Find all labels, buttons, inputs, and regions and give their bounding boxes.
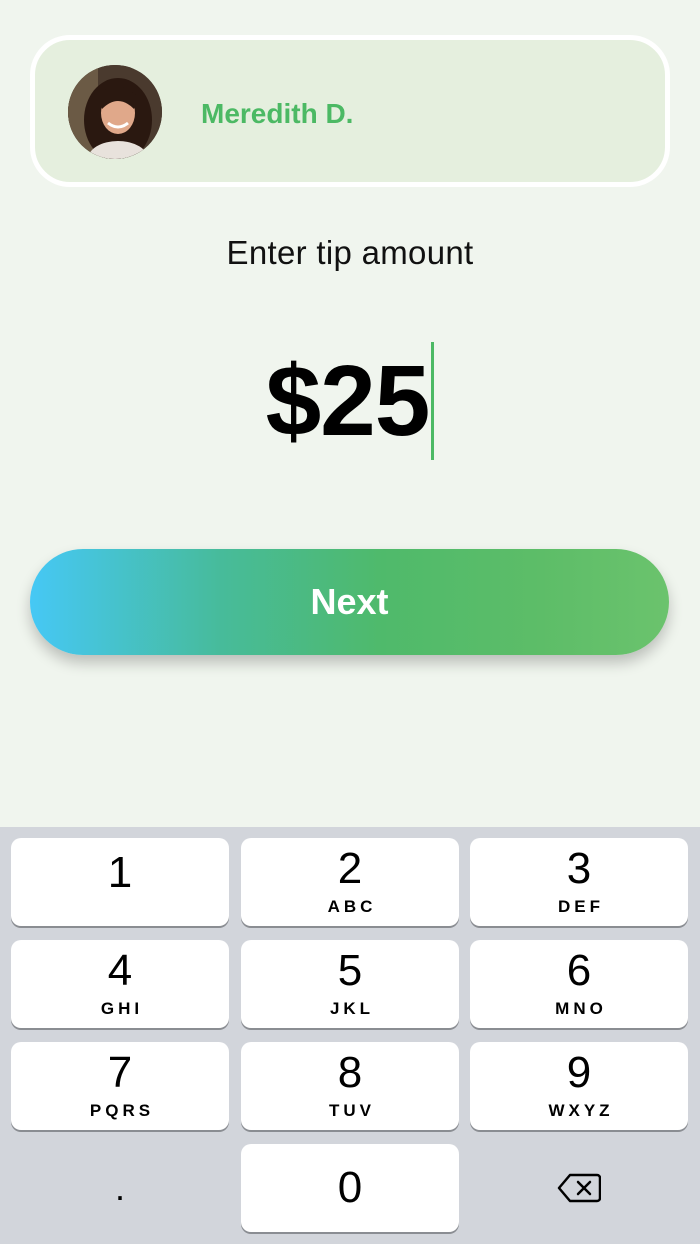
key-digit: 4 [107, 946, 133, 995]
text-caret [431, 342, 435, 460]
key-decimal[interactable]: . [11, 1144, 229, 1232]
key-letters: JKL [329, 999, 375, 1018]
tip-prompt-label: Enter tip amount [226, 234, 474, 271]
key-digit: 9 [566, 1048, 592, 1097]
key-digit: 8 [337, 1048, 363, 1097]
next-button[interactable]: Next [30, 549, 669, 655]
key-digit: 3 [566, 844, 592, 893]
avatar [68, 65, 162, 159]
amount-value: $25 [265, 345, 431, 457]
key-1[interactable]: 1 [11, 838, 229, 926]
key-digit: 0 [337, 1163, 363, 1212]
delete-key[interactable] [470, 1144, 688, 1232]
key-digit: 6 [566, 946, 592, 995]
decimal-label: . [114, 1167, 125, 1208]
key-letters: MNO [555, 999, 607, 1018]
key-8[interactable]: 8 TUV [241, 1042, 459, 1130]
key-digit: 2 [337, 844, 363, 893]
key-digit: 1 [107, 848, 133, 897]
key-3[interactable]: 3 DEF [470, 838, 688, 926]
amount-field[interactable]: $25 [0, 340, 700, 462]
tip-screen: Meredith D. Enter tip amount $25 Next 1 … [0, 0, 700, 1244]
key-9[interactable]: 9 WXYZ [470, 1042, 688, 1130]
key-letters: PQRS [89, 1101, 155, 1120]
key-2[interactable]: 2 ABC [241, 838, 459, 926]
key-4[interactable]: 4 GHI [11, 940, 229, 1028]
recipient-name: Meredith D. [201, 98, 354, 129]
key-letters: WXYZ [548, 1101, 614, 1120]
key-5[interactable]: 5 JKL [241, 940, 459, 1028]
key-letters: ABC [327, 897, 377, 916]
backspace-icon [557, 1173, 601, 1203]
key-letters: TUV [329, 1101, 375, 1120]
numeric-keypad: 1 2 ABC 3 DEF 4 GHI 5 JKL 6 MNO 7 PQRS 8… [0, 827, 700, 1244]
key-6[interactable]: 6 MNO [470, 940, 688, 1028]
key-letters: DEF [558, 897, 604, 916]
profile-photo-icon [68, 65, 162, 159]
key-7[interactable]: 7 PQRS [11, 1042, 229, 1130]
key-digit: 7 [107, 1048, 133, 1097]
recipient-card: Meredith D. [30, 35, 670, 187]
key-digit: 5 [337, 946, 363, 995]
key-0[interactable]: 0 [241, 1144, 459, 1232]
key-letters: GHI [100, 999, 144, 1018]
